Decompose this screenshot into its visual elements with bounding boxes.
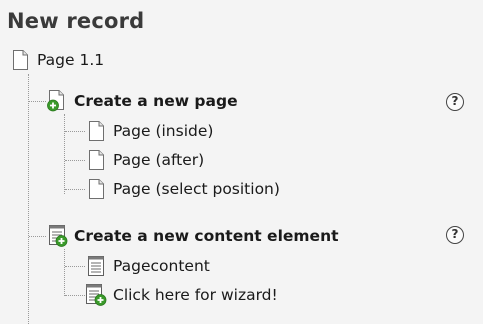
item-label: Page (inside) [113,122,214,140]
tree-branch [29,236,46,237]
help-icon[interactable]: ? [446,93,464,111]
help-icon[interactable]: ? [446,226,464,244]
item-label: Pagecontent [113,257,210,275]
create-page-inside-item[interactable]: Page (inside) [85,119,213,143]
tree-branch [65,131,85,132]
tree-branch [65,266,85,267]
content-wizard-item[interactable]: Click here for wizard! [85,283,278,307]
content-element-icon [85,254,107,278]
page-icon [85,119,107,143]
tree-root-page[interactable]: Page 1.1 [9,48,104,72]
wizard-icon [85,283,107,307]
tree-branch [29,101,46,102]
item-label: Click here for wizard! [113,286,278,304]
tree-branch [65,295,85,296]
tree-line-main [28,74,29,324]
create-new-content-element-section: Create a new content element [46,224,339,248]
page-title: New record [7,9,145,33]
root-page-label: Page 1.1 [37,51,105,69]
section-title-create-page: Create a new page [74,92,238,110]
item-label: Page (after) [113,151,205,169]
tree-line-sub [64,249,65,296]
create-page-after-item[interactable]: Page (after) [85,148,204,172]
pagecontent-item[interactable]: Pagecontent [85,254,210,278]
create-new-page-section: Create a new page [46,89,238,113]
tree-branch [65,160,85,161]
page-icon [85,148,107,172]
tree-line-sub [64,114,65,194]
page-icon [85,177,107,201]
create-page-select-position-item[interactable]: Page (select position) [85,177,280,201]
new-page-icon [46,89,68,113]
section-title-create-content-element: Create a new content element [74,227,339,245]
page-icon [9,48,31,72]
new-record-panel: New record Page 1.1 Create a new page ? [0,0,483,324]
tree-branch [65,189,85,190]
item-label: Page (select position) [113,180,280,198]
new-content-element-icon [46,224,68,248]
